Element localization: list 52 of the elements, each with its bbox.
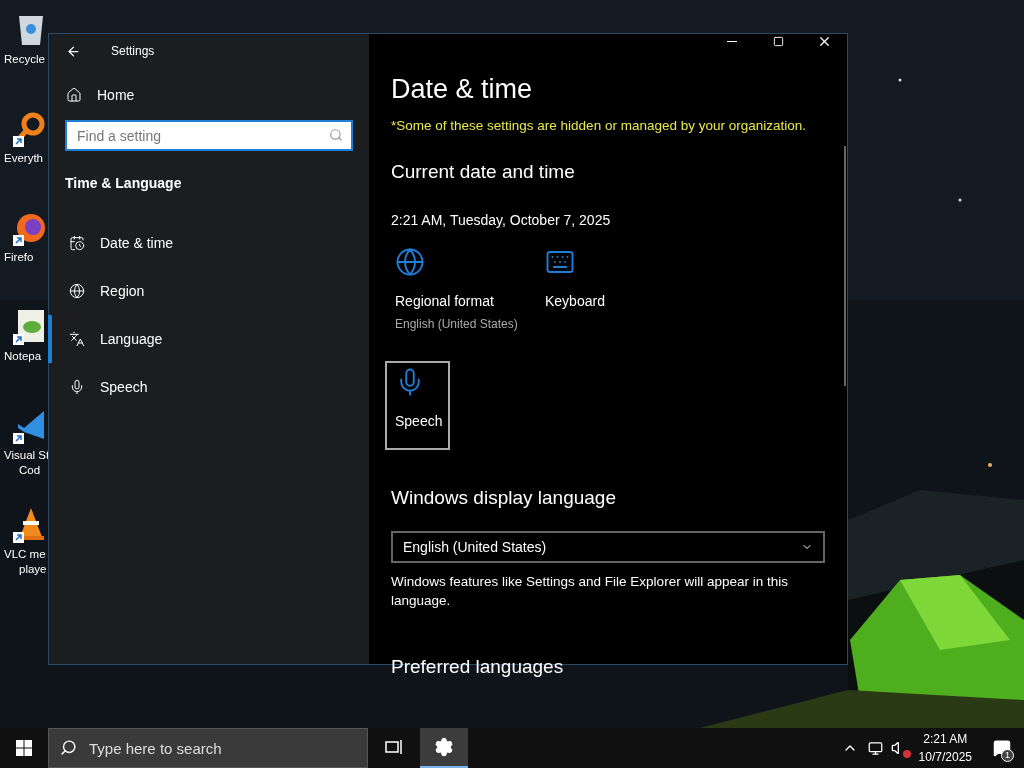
settings-tile[interactable]: Speech: [385, 360, 450, 450]
desktop-icon-label[interactable]: VLC me: [4, 547, 46, 562]
search-field[interactable]: Find a setting: [65, 120, 353, 151]
minimize-icon: [727, 41, 737, 42]
shortcut-arrow-icon: [13, 334, 24, 345]
shortcut-arrow-icon: [13, 235, 24, 246]
scrollbar[interactable]: [844, 146, 846, 386]
current-date-time: 2:21 AM, Tuesday, October 7, 2025: [391, 210, 612, 230]
settings-tile[interactable]: Keyboard: [535, 240, 685, 343]
nav-item[interactable]: Speech: [48, 363, 369, 411]
clock[interactable]: 2:21 AM 10/7/2025: [910, 730, 980, 766]
section-heading: Preferred languages: [391, 655, 565, 680]
shortcut-arrow-icon: [13, 433, 24, 444]
page-title: Date & time: [391, 73, 534, 106]
description-text: Windows features like Settings and File Explorer will appear in this language.: [391, 573, 789, 611]
language-icon: [69, 331, 85, 347]
globe-icon: [69, 283, 85, 299]
home-link[interactable]: Home: [49, 74, 369, 116]
shortcut-arrow-icon: [13, 532, 24, 543]
nav-item[interactable]: Region: [48, 267, 369, 315]
managed-notice: *Some of these settings are hidden or managed by your organization.: [391, 117, 807, 135]
search-icon: [329, 128, 343, 142]
section-heading: Windows display language: [391, 485, 617, 510]
taskbar-search-field[interactable]: Type here to search: [48, 728, 368, 768]
window-title: Settings: [111, 43, 155, 60]
section-title: Time & Language: [65, 174, 183, 193]
home-icon: [66, 87, 82, 103]
calendar-clock-icon: [69, 235, 85, 251]
desktop-icon-label[interactable]: Cod: [19, 463, 41, 478]
settings-tile[interactable]: Regional format English (United States): [385, 240, 535, 343]
network-icon[interactable]: [867, 740, 883, 756]
notepad-icon[interactable]: [16, 309, 46, 343]
globe-icon: [395, 246, 425, 277]
desktop-icon-label[interactable]: Recycle: [4, 52, 45, 67]
language-dropdown[interactable]: English (United States): [391, 531, 825, 564]
task-view-icon: [385, 739, 403, 755]
maximize-icon: [772, 36, 784, 47]
muted-badge-icon: [902, 750, 911, 758]
gear-icon: [434, 737, 454, 757]
taskbar-app-button[interactable]: [420, 728, 468, 768]
desktop-icon-label[interactable]: Firefo: [4, 250, 34, 265]
windows-logo-icon: [16, 740, 32, 756]
section-heading: Current date and time: [391, 160, 576, 185]
search-icon: [60, 739, 77, 756]
desktop-icon-label[interactable]: playe: [19, 562, 47, 577]
desktop-icon-label[interactable]: Notepa: [4, 349, 42, 364]
notification-button[interactable]: 1: [980, 728, 1024, 768]
notification-count: 1: [1001, 749, 1014, 762]
desktop-icon-label[interactable]: Everyth: [4, 151, 43, 166]
microphone-icon: [69, 379, 85, 395]
shortcut-arrow-icon: [13, 136, 24, 147]
nav-item[interactable]: Date & time: [48, 219, 369, 267]
